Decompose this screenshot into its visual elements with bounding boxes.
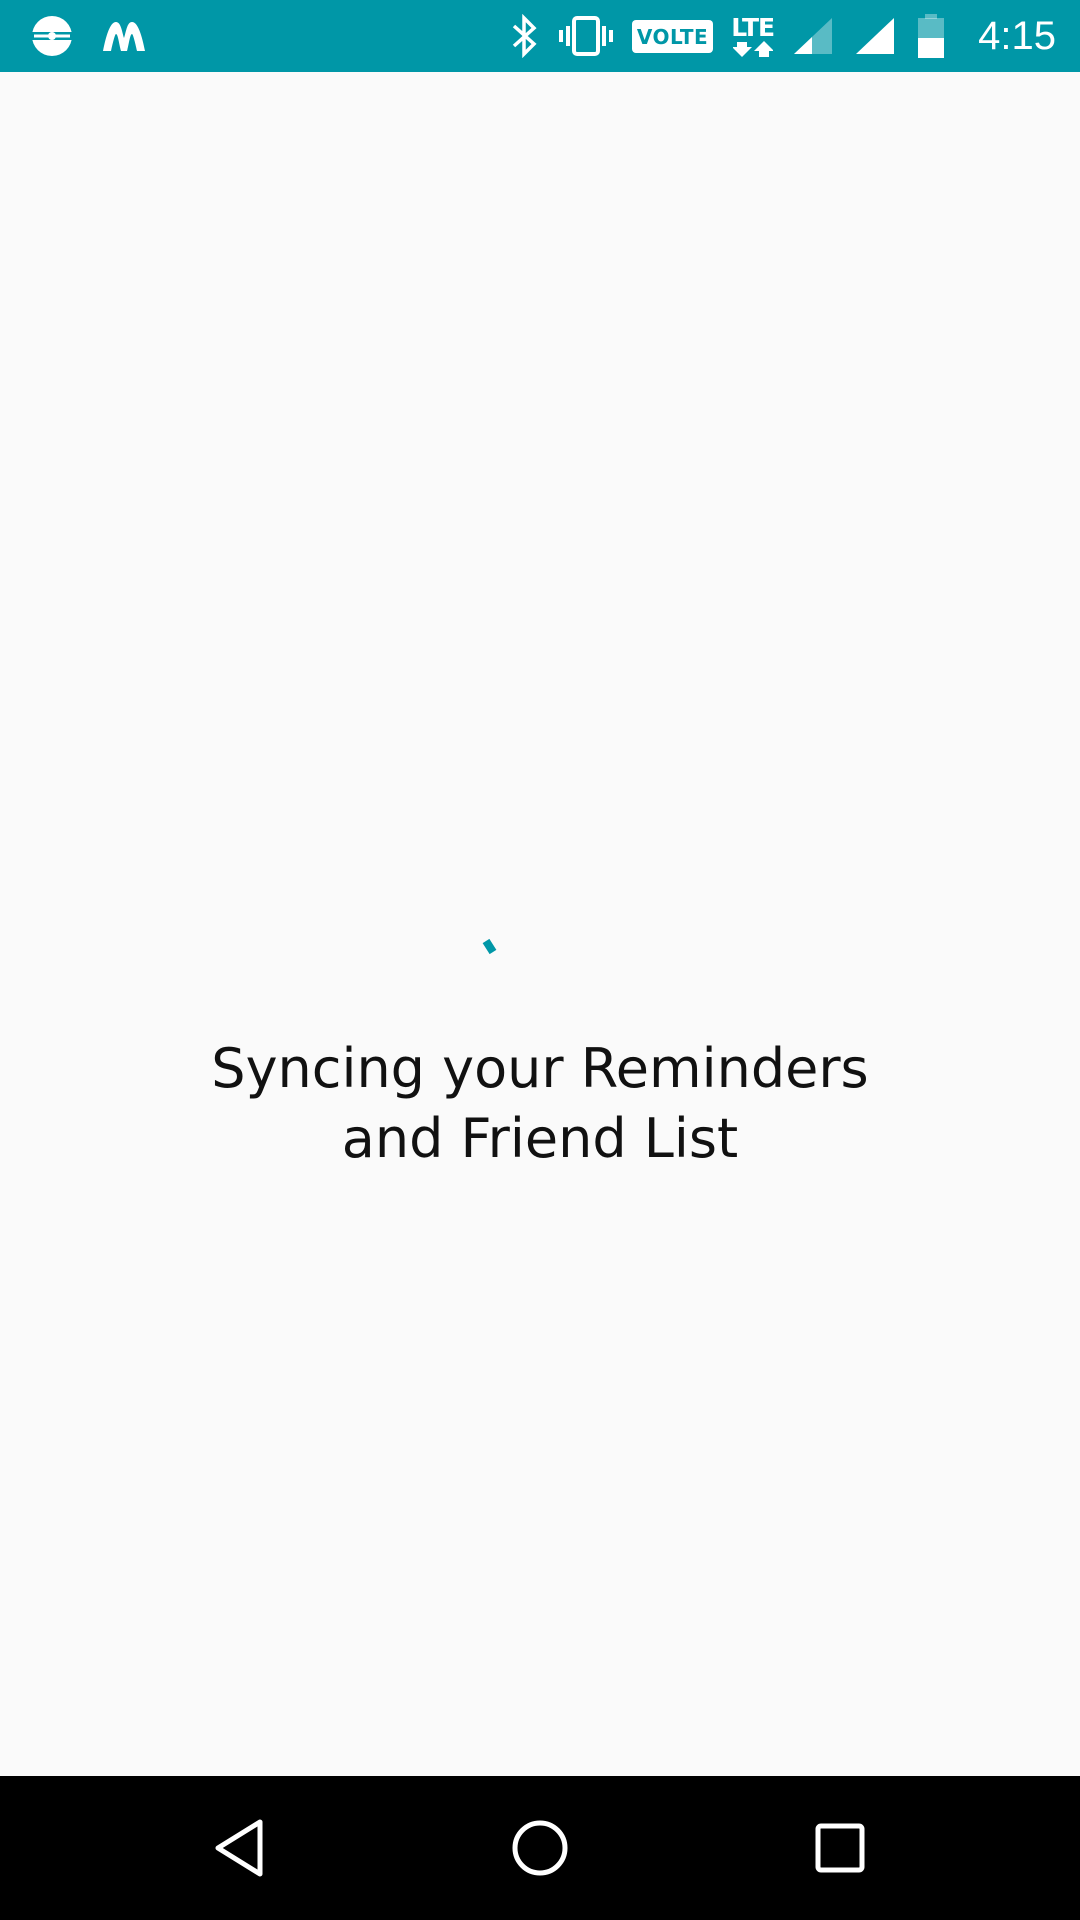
back-icon	[215, 1819, 263, 1877]
home-icon	[512, 1820, 568, 1876]
sync-status-message: Syncing your Reminders and Friend List	[211, 1037, 869, 1170]
back-button[interactable]	[200, 1808, 280, 1888]
bluetooth-icon	[510, 14, 540, 58]
loading-spinner	[462, 930, 522, 990]
recents-button[interactable]	[800, 1808, 880, 1888]
status-bar-clock: 4:15	[978, 13, 1056, 58]
lte-label: LTE	[731, 12, 775, 42]
status-bar-right: VOLTE LTE 4:15	[510, 0, 1056, 72]
data-arrows-icon	[732, 40, 773, 57]
status-bar: VOLTE LTE 4:15	[0, 0, 1080, 72]
battery-icon	[916, 13, 946, 59]
volte-icon: VOLTE	[631, 19, 714, 53]
signal-icon	[854, 14, 898, 58]
navigation-bar	[0, 1776, 1080, 1920]
lte-icon: LTE	[731, 12, 775, 58]
hotspot-app-icon	[26, 14, 78, 58]
recents-icon	[815, 1823, 865, 1873]
status-bar-left	[26, 0, 148, 72]
screen: VOLTE LTE 4:15 Syncing your Reminders an…	[0, 0, 1080, 1920]
moto-app-icon	[100, 18, 148, 54]
vibrate-icon	[558, 14, 614, 58]
home-button[interactable]	[500, 1808, 580, 1888]
signal-icon	[792, 14, 836, 58]
